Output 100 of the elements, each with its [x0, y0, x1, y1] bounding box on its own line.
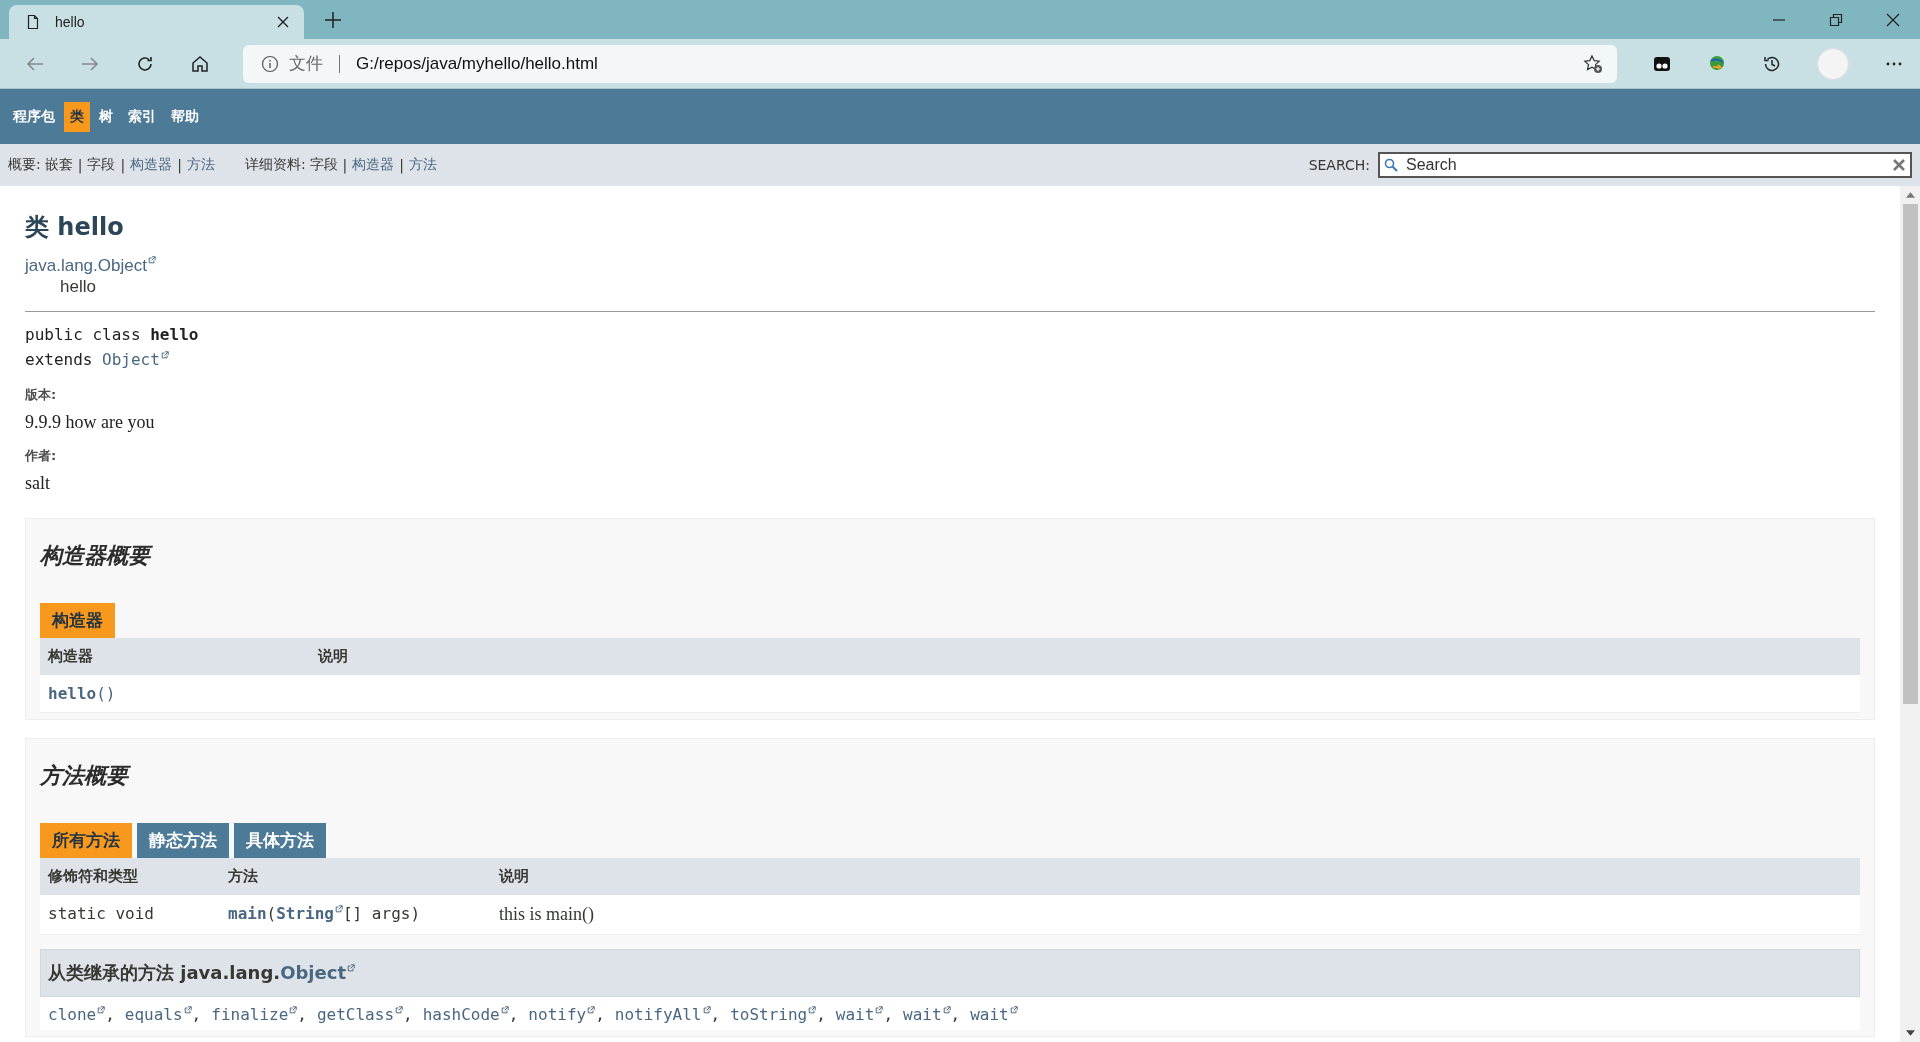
- signature-text: [] args): [342, 904, 421, 923]
- scrollbar-thumb[interactable]: [1902, 204, 1918, 704]
- inherited-method-link[interactable]: toString: [730, 1005, 817, 1024]
- external-link-icon: [347, 964, 355, 972]
- separator-text: ,: [883, 1005, 893, 1024]
- document-icon: [25, 14, 41, 30]
- separator-text: |: [177, 157, 182, 173]
- class-title: 类 hello: [25, 212, 125, 243]
- close-icon[interactable]: [276, 15, 290, 29]
- inherited-method-link[interactable]: finalize: [211, 1005, 298, 1024]
- external-link-icon: [702, 1005, 711, 1014]
- separator-text: |: [399, 157, 405, 173]
- summary-link[interactable]: 方法: [186, 156, 215, 174]
- detail-label: 详细资料:: [244, 156, 306, 174]
- method-description: this is main(): [499, 904, 594, 924]
- column-header: 说明: [491, 858, 1860, 895]
- nav-item[interactable]: 程序包: [7, 101, 61, 132]
- external-link-icon: [183, 1005, 192, 1014]
- external-link-icon: [500, 1005, 509, 1014]
- column-header: 修饰符和类型: [40, 858, 220, 895]
- info-icon: [261, 54, 279, 73]
- table-tab[interactable]: 构造器: [40, 603, 115, 638]
- restore-icon[interactable]: [1829, 12, 1843, 27]
- clear-icon[interactable]: [1892, 158, 1906, 172]
- search-field[interactable]: Search: [1378, 152, 1912, 178]
- class-name: hello: [59, 276, 97, 297]
- section-heading: 方法概要: [40, 761, 1860, 791]
- external-link-icon: [587, 1005, 596, 1014]
- nav-item[interactable]: 树: [93, 101, 119, 132]
- inherited-method-link[interactable]: clone: [48, 1005, 106, 1024]
- type-link[interactable]: String: [276, 904, 343, 923]
- inherited-method-link[interactable]: hashCode: [422, 1005, 509, 1024]
- tag-label: 作者:: [25, 447, 58, 465]
- inherited-method-link[interactable]: equals: [124, 1005, 192, 1024]
- section-heading: 构造器概要: [40, 541, 1860, 571]
- inherited-heading: 从类继承的方法 java.lang.: [48, 962, 281, 983]
- external-link-icon: [1009, 1005, 1018, 1014]
- plus-icon[interactable]: [324, 11, 342, 29]
- separator-text: |: [342, 157, 348, 173]
- external-link-icon: [160, 350, 169, 359]
- close-icon[interactable]: [1886, 12, 1900, 27]
- column-header: 说明: [310, 638, 1860, 675]
- inherited-method-link[interactable]: wait: [903, 1005, 951, 1024]
- summary-label: 概要:: [8, 156, 41, 174]
- nav-item[interactable]: 帮助: [165, 101, 205, 132]
- method-link[interactable]: main: [228, 904, 267, 923]
- inherited-method-link[interactable]: wait: [835, 1005, 884, 1024]
- table-tab[interactable]: 所有方法: [40, 823, 132, 858]
- scrollbar[interactable]: [1900, 186, 1920, 1042]
- modifier-text: static void: [48, 904, 154, 923]
- detail-link: 字段: [309, 156, 338, 174]
- extends-keyword: extends: [25, 350, 93, 369]
- scroll-up-icon[interactable]: [1905, 192, 1915, 198]
- external-link-icon: [808, 1005, 817, 1014]
- detail-link[interactable]: 构造器: [352, 156, 395, 174]
- summary-link: 嵌套: [44, 156, 73, 174]
- nav-item[interactable]: 类: [64, 101, 90, 132]
- tag-label: 版本:: [25, 386, 58, 404]
- address-prefix: 文件: [289, 53, 323, 75]
- nav-item[interactable]: 索引: [122, 101, 162, 132]
- column-header: 构造器: [40, 638, 310, 675]
- url-text: G:/repos/java/myhello/hello.html: [356, 53, 599, 74]
- separator-text: |: [120, 157, 126, 173]
- tag-value: 9.9.9 how are you: [25, 412, 156, 433]
- address-bar[interactable]: 文件 G:/repos/java/myhello/hello.html: [243, 44, 1617, 83]
- scroll-down-icon[interactable]: [1905, 1030, 1915, 1036]
- external-link-icon: [942, 1005, 951, 1014]
- constructor-link[interactable]: hello(): [48, 684, 116, 703]
- inherited-method-link[interactable]: notify: [528, 1005, 596, 1024]
- superclass-link[interactable]: java.lang.Object: [25, 256, 156, 275]
- external-link-icon: [147, 256, 156, 265]
- home-icon[interactable]: [190, 53, 210, 74]
- parent-class-link[interactable]: Object: [102, 350, 169, 369]
- search-icon: [1384, 158, 1398, 172]
- star-plus-icon[interactable]: [1583, 53, 1603, 74]
- separator-text: ,: [595, 1005, 605, 1024]
- external-link-icon: [875, 1005, 884, 1014]
- external-link-icon: [334, 904, 343, 913]
- summary-link: 字段: [87, 156, 116, 174]
- external-link-icon: [395, 1005, 403, 1014]
- separator-text: ,: [950, 1005, 961, 1024]
- summary-link[interactable]: 构造器: [130, 156, 173, 174]
- inherited-method-link[interactable]: getClass: [316, 1005, 403, 1024]
- search-label: SEARCH:: [1308, 157, 1370, 173]
- external-link-icon: [97, 1005, 106, 1014]
- signature-text: (: [266, 904, 277, 923]
- browser-tab[interactable]: hello: [9, 5, 304, 39]
- inherited-method-link[interactable]: wait: [970, 1005, 1018, 1024]
- detail-link[interactable]: 方法: [409, 156, 438, 174]
- separator-text: ,: [191, 1005, 202, 1024]
- tag-value: salt: [25, 473, 51, 494]
- external-link-icon: [289, 1005, 298, 1014]
- column-header: 方法: [220, 858, 491, 895]
- inherited-method-link[interactable]: notifyAll: [614, 1005, 711, 1024]
- table-tab[interactable]: 静态方法: [137, 823, 229, 858]
- class-link[interactable]: Object: [280, 962, 355, 983]
- separator-text: ,: [297, 1005, 307, 1024]
- separator-text: ,: [508, 1005, 519, 1024]
- tab-title: hello: [55, 14, 86, 30]
- table-tab[interactable]: 具体方法: [234, 823, 326, 858]
